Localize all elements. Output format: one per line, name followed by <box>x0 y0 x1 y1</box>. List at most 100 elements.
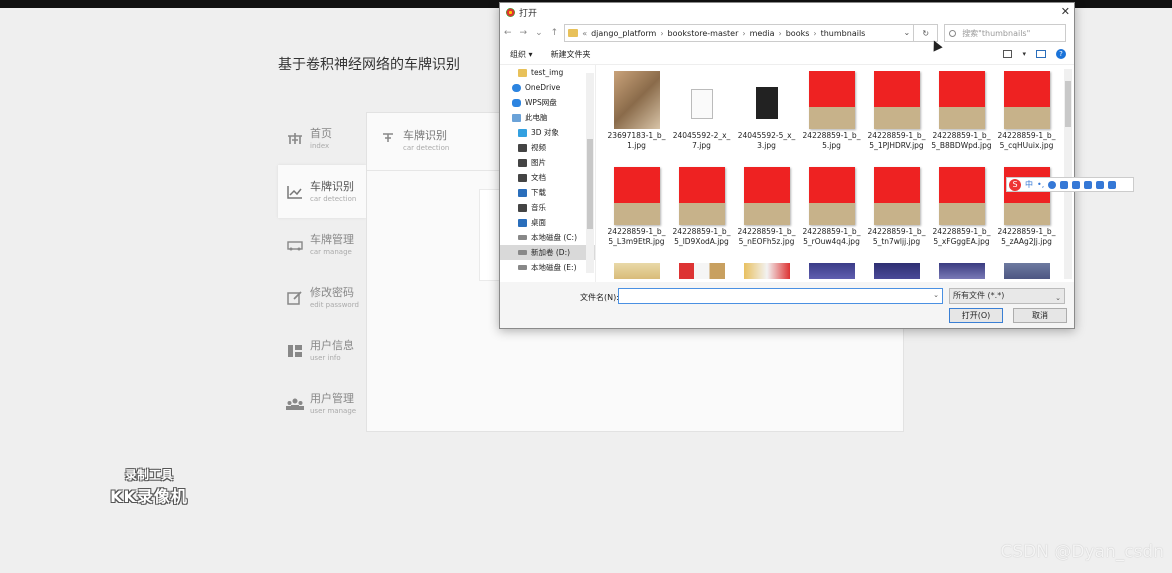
file-item[interactable]: 24045592-2_x_7.jpg <box>669 71 734 167</box>
sidebar-item-car-detection[interactable]: 车牌识别 car detection <box>278 165 366 218</box>
dark-icon <box>518 158 527 167</box>
nav-scrollbar[interactable] <box>586 73 594 273</box>
file-grid: 23697183-1_b_1.jpg 24045592-2_x_7.jpg 2404… <box>604 71 1064 279</box>
file-name: 23697183-1_b_1.jpg <box>607 131 666 150</box>
up-arrow-icon[interactable]: ↑ <box>551 28 559 38</box>
file-item[interactable] <box>929 263 994 279</box>
tree-item[interactable]: 此电脑 <box>500 110 595 125</box>
sidebar-item-user-manage[interactable]: 用户管理 user manage <box>278 377 366 430</box>
tree-item[interactable]: test_img <box>500 65 595 80</box>
breadcrumb-item[interactable]: thumbnails <box>821 29 866 38</box>
sidebar-item-sublabel: index <box>310 141 330 150</box>
help-icon[interactable]: ? <box>1056 49 1066 59</box>
emoji-icon[interactable] <box>1048 180 1057 189</box>
tree-item[interactable]: 桌面 <box>500 215 595 230</box>
sogou-logo-icon[interactable]: S <box>1009 178 1021 191</box>
tree-item[interactable]: 新加卷 (D:) <box>500 245 595 260</box>
new-folder-button[interactable]: 新建文件夹 <box>551 49 591 60</box>
file-name: 24228859-1_b_5_rOuw4q4.jpg <box>802 227 861 246</box>
file-item[interactable]: 24228859-1_b_5_xFGggEA.jpg <box>929 167 994 263</box>
search-input[interactable]: 搜索"thumbnails" <box>944 24 1067 42</box>
file-item[interactable]: 24228859-1_b_5_B8BDWpd.jpg <box>929 71 994 167</box>
tree-item[interactable]: OneDrive <box>500 80 595 95</box>
back-arrow-icon[interactable]: ← <box>504 28 512 38</box>
breadcrumb-separator: › <box>778 28 782 38</box>
file-item[interactable] <box>604 263 669 279</box>
tree-item[interactable]: 3D 对象 <box>500 125 595 140</box>
tree-item-label: 音乐 <box>531 203 546 212</box>
preview-pane-icon[interactable] <box>1036 50 1046 58</box>
view-mode-icon[interactable] <box>1003 50 1013 58</box>
chevron-down-icon[interactable]: ⌄ <box>535 28 543 38</box>
file-item[interactable] <box>734 263 799 279</box>
tree-item[interactable]: 文档 <box>500 170 595 185</box>
breadcrumb-item[interactable]: books <box>786 29 810 38</box>
file-name: 24228859-1_b_5_lD9XodA.jpg <box>672 227 731 246</box>
file-name: 24228859-1_b_5_nEOFh5z.jpg <box>737 227 796 246</box>
file-item[interactable]: 24228859-1_b_5_cqHUuix.jpg <box>994 71 1059 167</box>
file-item[interactable]: 24228859-1_b_5_1PJHDRV.jpg <box>864 71 929 167</box>
cancel-button[interactable]: 取消 <box>1013 308 1067 323</box>
file-item[interactable] <box>799 263 864 279</box>
skin-icon[interactable] <box>1096 180 1105 189</box>
file-item[interactable] <box>864 263 929 279</box>
breadcrumb-item[interactable]: media <box>750 29 775 38</box>
sidebar-item-user-info[interactable]: 用户信息 user info <box>278 324 366 377</box>
chevron-down-icon[interactable]: ⌄ <box>933 291 939 299</box>
file-item[interactable] <box>669 263 734 279</box>
files-scrollbar[interactable] <box>1064 69 1072 279</box>
grid-menu-icon[interactable] <box>1108 180 1117 189</box>
sidebar-item-car-manage[interactable]: 车牌管理 car manage <box>278 218 366 271</box>
microphone-icon[interactable] <box>1060 180 1069 189</box>
sidebar-item-index[interactable]: 首页 index <box>278 112 366 165</box>
ime-mode[interactable]: 中 <box>1025 179 1033 190</box>
sidebar-item-label: 车牌识别 <box>310 179 354 193</box>
file-item[interactable]: 23697183-1_b_1.jpg <box>604 71 669 167</box>
tree-item[interactable]: 图片 <box>500 155 595 170</box>
tree-item-label: 本地磁盘 (E:) <box>531 263 577 272</box>
tree-item[interactable]: 视频 <box>500 140 595 155</box>
edit-icon <box>286 290 304 306</box>
breadcrumb-separator: › <box>742 28 746 38</box>
tree-item[interactable]: 下载 <box>500 185 595 200</box>
address-bar[interactable]: « django_platform › bookstore-master › m… <box>564 24 915 42</box>
blue-icon <box>518 218 527 227</box>
dialog-titlebar[interactable]: 打开 ✕ <box>500 3 1074 21</box>
filename-input[interactable]: ⌄ <box>618 288 943 304</box>
file-thumbnail <box>690 89 713 119</box>
punctuation-icon[interactable]: •, <box>1037 180 1044 189</box>
file-item[interactable]: 24228859-1_b_5_nEOFh5z.jpg <box>734 167 799 263</box>
panel-subtitle: car detection <box>403 144 450 152</box>
file-item[interactable]: 24228859-1_b_5_rOuw4q4.jpg <box>799 167 864 263</box>
file-item[interactable]: 24228859-1_b_5_lD9XodA.jpg <box>669 167 734 263</box>
tree-item[interactable]: 音乐 <box>500 200 595 215</box>
breadcrumb-item[interactable]: bookstore-master <box>668 29 739 38</box>
file-item[interactable]: 24228859-1_b_5_tn7wljj.jpg <box>864 167 929 263</box>
forward-arrow-icon[interactable]: → <box>520 28 528 38</box>
tree-item[interactable]: 本地磁盘 (C:) <box>500 230 595 245</box>
file-item[interactable]: 24228859-1_b_5_L3m9EtR.jpg <box>604 167 669 263</box>
filetype-select[interactable]: 所有文件 (*.*) ⌄ <box>949 288 1065 304</box>
blue-icon <box>518 188 527 197</box>
file-item[interactable]: 24228859-1_b_5.jpg <box>799 71 864 167</box>
file-item[interactable] <box>994 263 1059 279</box>
path-overflow[interactable]: « <box>582 29 587 38</box>
file-thumbnail <box>613 71 660 129</box>
csdn-watermark: CSDN @Dyan_csdn <box>1000 542 1164 562</box>
home-icon <box>286 131 304 147</box>
organize-button[interactable]: 组织 ▾ <box>510 49 533 60</box>
tree-item[interactable]: WPS网盘 <box>500 95 595 110</box>
dark-icon <box>518 173 527 182</box>
open-button[interactable]: 打开(O) <box>949 308 1003 323</box>
sidebar-item-edit-password[interactable]: 修改密码 edit password <box>278 271 366 324</box>
keyboard-icon[interactable] <box>1072 180 1081 189</box>
folder-icon <box>568 29 579 37</box>
close-icon[interactable]: ✕ <box>1061 5 1070 18</box>
chevron-down-icon[interactable]: ▾ <box>1022 50 1026 58</box>
file-item[interactable]: 24045592-5_x_3.jpg <box>734 71 799 167</box>
chevron-down-icon[interactable]: ⌄ <box>903 28 910 37</box>
toolbox-icon[interactable] <box>1084 180 1093 189</box>
tree-item[interactable]: 本地磁盘 (E:) <box>500 260 595 275</box>
breadcrumb-item[interactable]: django_platform <box>591 29 656 38</box>
sidebar-item-sublabel: car manage <box>310 247 352 256</box>
